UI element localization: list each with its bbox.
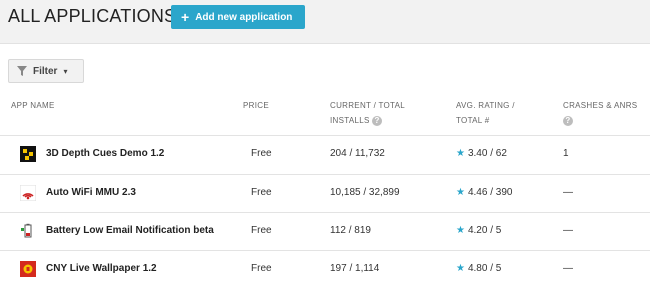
table-row[interactable]: CNY Live Wallpaper 1.2 Free 197 / 1,114 … [0,251,650,287]
installs: 197 / 1,114 [330,263,380,274]
price: Free [251,225,272,236]
column-header-crashes[interactable]: CRASHES & ANRS ? [563,98,637,128]
battery-app-icon [21,223,32,238]
crashes: — [563,263,573,274]
help-icon[interactable]: ? [372,115,383,126]
table-row[interactable]: 3D Depth Cues Demo 1.2 Free 204 / 11,732… [0,136,650,174]
column-header-price[interactable]: PRICE [243,98,269,113]
crashes: — [563,225,573,236]
page-header: ALL APPLICATIONS + Add new application [0,0,650,44]
installs: 204 / 11,732 [330,148,385,159]
rating-value: 3.40 / 62 [467,148,507,159]
app-name[interactable]: CNY Live Wallpaper 1.2 [46,263,157,274]
rating: ★ 4.20 / 5 [456,225,501,236]
table-row[interactable]: Auto WiFi MMU 2.3 Free 10,185 / 32,899 ★… [0,175,650,213]
page-title: ALL APPLICATIONS [8,6,177,26]
chevron-down-icon: ▾ [63,66,68,76]
table-row[interactable]: Battery Low Email Notification beta Free… [0,213,650,251]
rating-value: 4.20 / 5 [467,225,502,236]
column-header-installs-line2: INSTALLS [330,116,370,125]
column-header-installs[interactable]: CURRENT / TOTAL INSTALLS ? [330,98,405,128]
rating: ★ 4.46 / 390 [456,187,512,198]
star-icon: ★ [456,263,465,274]
column-header-crashes-label: CRASHES & ANRS [563,101,638,110]
filter-label: Filter [33,65,58,77]
app-name[interactable]: Battery Low Email Notification beta [46,225,214,236]
rating-value: 4.80 / 5 [467,263,502,274]
plus-icon: + [181,9,190,25]
wifi-app-icon [20,185,36,201]
rating-value: 4.46 / 390 [467,187,513,198]
installs: 10,185 / 32,899 [330,187,400,198]
column-header-rating-line2: TOTAL # [456,116,490,125]
star-icon: ★ [456,187,465,198]
app-name[interactable]: 3D Depth Cues Demo 1.2 [46,148,164,159]
app-name[interactable]: Auto WiFi MMU 2.3 [46,187,136,198]
depth-cues-app-icon [20,146,36,162]
column-header-rating-line1: AVG. RATING / [456,101,515,110]
column-header-rating[interactable]: AVG. RATING / TOTAL # [456,98,515,128]
add-new-application-label: Add new application [195,11,293,23]
column-header-app-name[interactable]: APP NAME [11,98,55,113]
star-icon: ★ [456,148,465,159]
rating: ★ 3.40 / 62 [456,148,507,159]
star-icon: ★ [456,225,465,236]
crashes: — [563,187,573,198]
column-header-installs-line1: CURRENT / TOTAL [330,101,406,110]
help-icon[interactable]: ? [563,115,573,126]
funnel-icon [17,66,27,76]
price: Free [251,148,272,159]
installs: 112 / 819 [330,225,371,236]
wallpaper-app-icon [20,261,36,277]
price: Free [251,263,272,274]
rating: ★ 4.80 / 5 [456,263,501,274]
price: Free [251,187,272,198]
filter-button[interactable]: Filter ▾ [8,59,84,83]
crashes: 1 [563,148,569,159]
add-new-application-button[interactable]: + Add new application [171,5,305,29]
